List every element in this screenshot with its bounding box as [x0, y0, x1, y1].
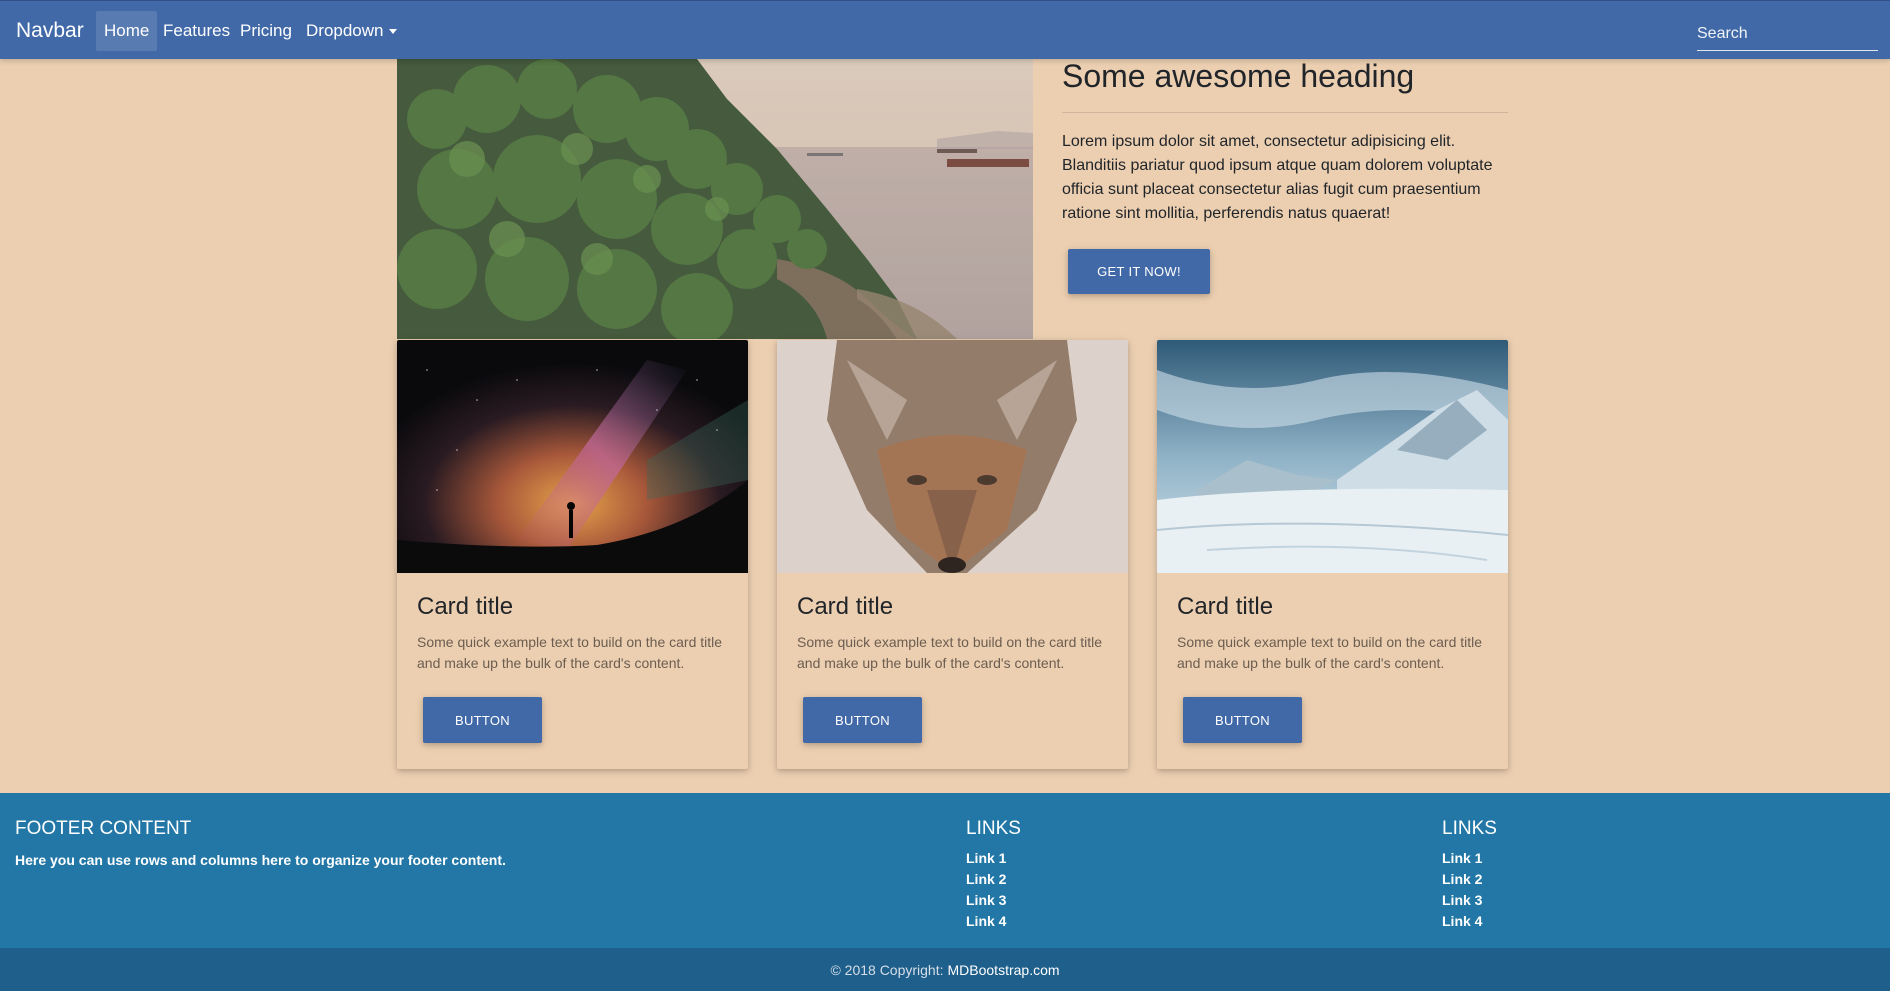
- navbar: Navbar Home Features Pricing Dropdown: [0, 0, 1890, 59]
- footer-link[interactable]: Link 3: [966, 890, 1006, 911]
- nav-item-features[interactable]: Features: [155, 11, 238, 51]
- footer-copyright: © 2018 Copyright: MDBootstrap.com: [0, 948, 1890, 991]
- milky-way-night-sky-photo: [397, 340, 748, 573]
- footer-links-list: Link 1 Link 2 Link 3 Link 4: [966, 848, 1006, 932]
- search-field: [1697, 17, 1878, 51]
- footer-content-heading: FOOTER CONTENT: [15, 818, 192, 839]
- footer-link[interactable]: Link 4: [966, 911, 1006, 932]
- card-title: Card title: [1177, 593, 1274, 620]
- card-button[interactable]: BUTTON: [423, 697, 542, 743]
- card-text: Some quick example text to build on the …: [797, 634, 1103, 671]
- footer-links-list: Link 1 Link 2 Link 3 Link 4: [1442, 848, 1482, 932]
- coyote-photo: [777, 340, 1128, 573]
- footer-link[interactable]: Link 3: [1442, 890, 1482, 911]
- hero-image: [397, 59, 1033, 339]
- hero-heading: Some awesome heading: [1062, 58, 1415, 94]
- footer-links-heading: LINKS: [1442, 818, 1497, 839]
- footer: FOOTER CONTENT Here you can use rows and…: [0, 793, 1890, 948]
- footer-link[interactable]: Link 1: [966, 848, 1006, 869]
- copyright-link[interactable]: MDBootstrap.com: [948, 962, 1060, 978]
- card: Card title Some quick example text to bu…: [777, 340, 1128, 769]
- footer-links-heading: LINKS: [966, 818, 1021, 839]
- footer-link[interactable]: Link 2: [966, 869, 1006, 890]
- card-button[interactable]: BUTTON: [803, 697, 922, 743]
- snowy-mountain-photo: [1157, 340, 1508, 573]
- card-text: Some quick example text to build on the …: [417, 634, 723, 671]
- search-input[interactable]: [1697, 17, 1878, 50]
- forest-coastline-photo: [397, 59, 1033, 339]
- footer-link[interactable]: Link 2: [1442, 869, 1482, 890]
- dropdown-label: Dropdown: [306, 21, 384, 40]
- card-title: Card title: [417, 593, 514, 620]
- card-title: Card title: [797, 593, 894, 620]
- navbar-brand[interactable]: Navbar: [16, 19, 84, 43]
- chevron-down-icon: [388, 28, 397, 34]
- card-text: Some quick example text to build on the …: [1177, 634, 1483, 671]
- card: Card title Some quick example text to bu…: [397, 340, 748, 769]
- footer-content-text: Here you can use rows and columns here t…: [15, 852, 506, 868]
- divider: [1062, 112, 1508, 113]
- nav-item-home[interactable]: Home: [96, 11, 158, 51]
- footer-link[interactable]: Link 1: [1442, 848, 1482, 869]
- card: Card title Some quick example text to bu…: [1157, 340, 1508, 769]
- hero-text: Lorem ipsum dolor sit amet, consectetur …: [1062, 133, 1493, 222]
- nav-item-dropdown[interactable]: Dropdown: [298, 11, 405, 51]
- card-button[interactable]: BUTTON: [1183, 697, 1302, 743]
- get-it-now-button[interactable]: GET IT NOW!: [1068, 249, 1210, 294]
- nav-item-pricing[interactable]: Pricing: [232, 11, 300, 51]
- footer-link[interactable]: Link 4: [1442, 911, 1482, 932]
- copyright-text: © 2018 Copyright:: [830, 961, 944, 978]
